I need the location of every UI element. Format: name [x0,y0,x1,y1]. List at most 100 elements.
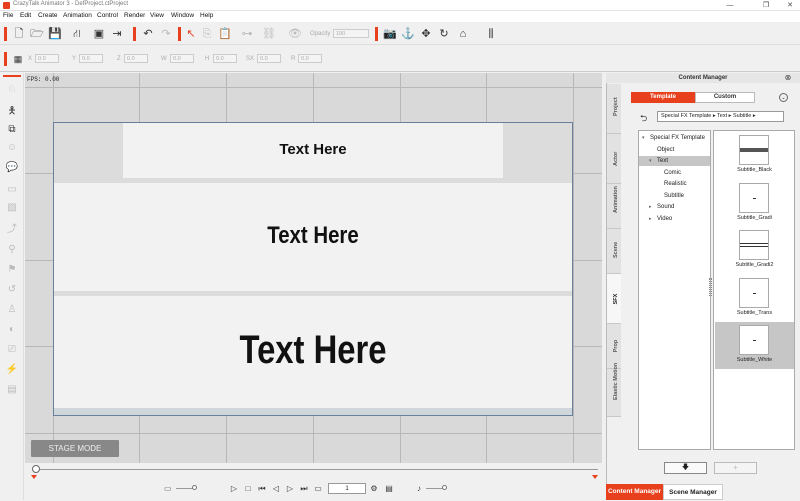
menu-file[interactable]: File [3,12,13,19]
rotate-icon[interactable]: ↻ [437,27,451,41]
volume-icon[interactable]: ♪ [414,484,424,493]
preview-icon[interactable]: ▤ [384,484,394,493]
loop-icon[interactable]: ▭ [313,484,323,493]
opacity-field[interactable]: 100 [333,29,369,38]
menu-window[interactable]: Window [171,12,194,19]
options-chevron-icon[interactable]: ⌄ [779,93,788,102]
effect-tool-icon[interactable]: ⚡ [5,363,19,377]
settings-icon[interactable]: ⚙ [369,484,379,493]
paste-icon[interactable]: 📋 [218,27,232,41]
tab-custom[interactable]: Custom [695,92,755,103]
end-marker-icon[interactable] [592,475,598,479]
close-button[interactable]: ✕ [780,0,800,11]
time-slider-knob[interactable] [32,465,40,473]
zoom-out-icon[interactable]: ▭ [164,484,172,493]
side-tab-project[interactable]: Project [607,84,621,134]
last-frame-icon[interactable]: ⏭ [299,484,309,494]
side-tab-actor[interactable]: Actor [607,134,621,184]
camera-icon[interactable]: 📷 [383,27,397,41]
side-tab-sfx[interactable]: SFX [607,274,621,324]
menu-edit[interactable]: Edit [20,12,31,19]
side-tab-animation[interactable]: Animation [607,184,621,229]
play-icon[interactable]: ▷ [229,484,239,493]
menu-control[interactable]: Control [97,12,118,19]
text-here-small[interactable]: Text Here [200,141,426,158]
minimize-button[interactable]: — [720,0,740,11]
prop-tool-icon[interactable]: ▭ [5,183,19,197]
menu-help[interactable]: Help [200,12,213,19]
layer-tool-icon[interactable]: ◐ [5,323,19,337]
template-item[interactable]: Subtitle_White [715,322,794,369]
puppet-tool-icon[interactable]: ♙ [5,303,19,317]
grid-icon[interactable]: ▦ [11,52,25,66]
tree-expand-icon[interactable]: ▾ [649,156,657,166]
time-slider[interactable] [33,469,598,470]
r-field[interactable]: 0.0 [298,54,322,63]
dialog-tool-icon[interactable]: 💬 [5,161,19,175]
tree-item[interactable]: ▸ Video [639,214,710,224]
path-tool-icon[interactable]: ⤴ [5,223,19,237]
chart-tool-icon[interactable]: ⚑ [5,263,19,277]
add-button[interactable]: + [714,462,757,474]
tree-item[interactable]: Object [639,145,710,155]
group-tool-icon[interactable]: ⧉ [5,123,19,137]
image-tool-icon[interactable]: ▨ [5,201,19,215]
template-item[interactable]: Subtitle_Gradi2 [715,227,794,274]
close-panel-icon[interactable]: ⊗ [783,73,793,83]
link-icon[interactable]: ⛓ [262,27,276,41]
h-field[interactable]: 0.0 [213,54,237,63]
stop-icon[interactable]: □ [243,484,253,493]
zoom-slider-knob[interactable] [192,485,197,490]
maximize-button[interactable]: ❐ [756,0,776,11]
menu-view[interactable]: View [150,12,164,19]
motion-tool-icon[interactable]: ↺ [5,283,19,297]
next-frame-icon[interactable]: ▷ [285,484,295,493]
move-anchor-icon[interactable]: ⚓ [401,27,415,41]
tab-template[interactable]: Template [631,92,695,103]
side-tab-elastic-motion[interactable]: Elastic Motion [607,362,621,417]
tree-item[interactable]: ▾ Special FX Template [639,133,710,143]
start-marker-icon[interactable] [31,475,37,479]
first-frame-icon[interactable]: ⏮ [257,484,267,494]
text-here-large[interactable]: Text Here [188,328,439,373]
align-icon[interactable]: ⊶ [240,27,254,41]
tree-expand-icon[interactable]: ▸ [649,214,657,224]
y-field[interactable]: 0.0 [79,54,103,63]
bone-tool-icon[interactable]: ⚲ [5,243,19,257]
tree-item[interactable]: ▸ Sound [639,202,710,212]
face-tool-icon[interactable]: ☺ [5,141,19,155]
camera-tool-icon[interactable]: ⎚ [5,343,19,357]
menu-create[interactable]: Create [38,12,58,19]
template-item[interactable]: Subtitle_Trans [715,275,794,322]
actor-tool-icon[interactable]: 🯅 [5,105,19,119]
tab-content-manager[interactable]: Content Manager [606,484,663,500]
splitter-grip[interactable] [709,278,712,296]
menu-animation[interactable]: Animation [63,12,92,19]
tree-item[interactable]: Realistic [639,179,710,189]
redo-icon[interactable]: ↷ [159,27,173,41]
save-icon[interactable]: 💾 [48,27,62,41]
undo-icon[interactable]: ↶ [141,27,155,41]
open-project-icon[interactable]: 🗁 [30,27,44,41]
volume-slider-knob[interactable] [442,485,447,490]
frame-number-field[interactable]: 1 [328,483,366,494]
back-icon[interactable]: ⮌ [640,111,647,127]
breadcrumb[interactable]: Special FX Template ▸ Text ▸ Subtitle ▸ [657,111,784,122]
render-icon[interactable]: ▣ [92,27,106,41]
text-here-medium[interactable]: Text Here [217,222,409,250]
template-item[interactable]: Subtitle_Gradi [715,180,794,227]
merge-icon[interactable]: ⛙ [70,27,84,41]
template-item[interactable]: Subtitle_Black [715,132,794,179]
tree-item[interactable]: Comic [639,168,710,178]
tree-item[interactable]: ▾ Text [639,156,710,166]
home-icon[interactable]: ⌂ [456,27,470,41]
x-field[interactable]: 0.0 [35,54,59,63]
download-button[interactable]: 🡇 [664,462,707,474]
tab-scene-manager[interactable]: Scene Manager [663,484,723,500]
move-icon[interactable]: ✥ [419,27,433,41]
new-project-icon[interactable]: 🗋 [12,27,26,41]
menu-render[interactable]: Render [124,12,145,19]
tree-expand-icon[interactable]: ▾ [642,133,650,143]
tree-item[interactable]: Subtitle [639,191,710,201]
split-view-icon[interactable]: ⫼ [484,27,498,41]
